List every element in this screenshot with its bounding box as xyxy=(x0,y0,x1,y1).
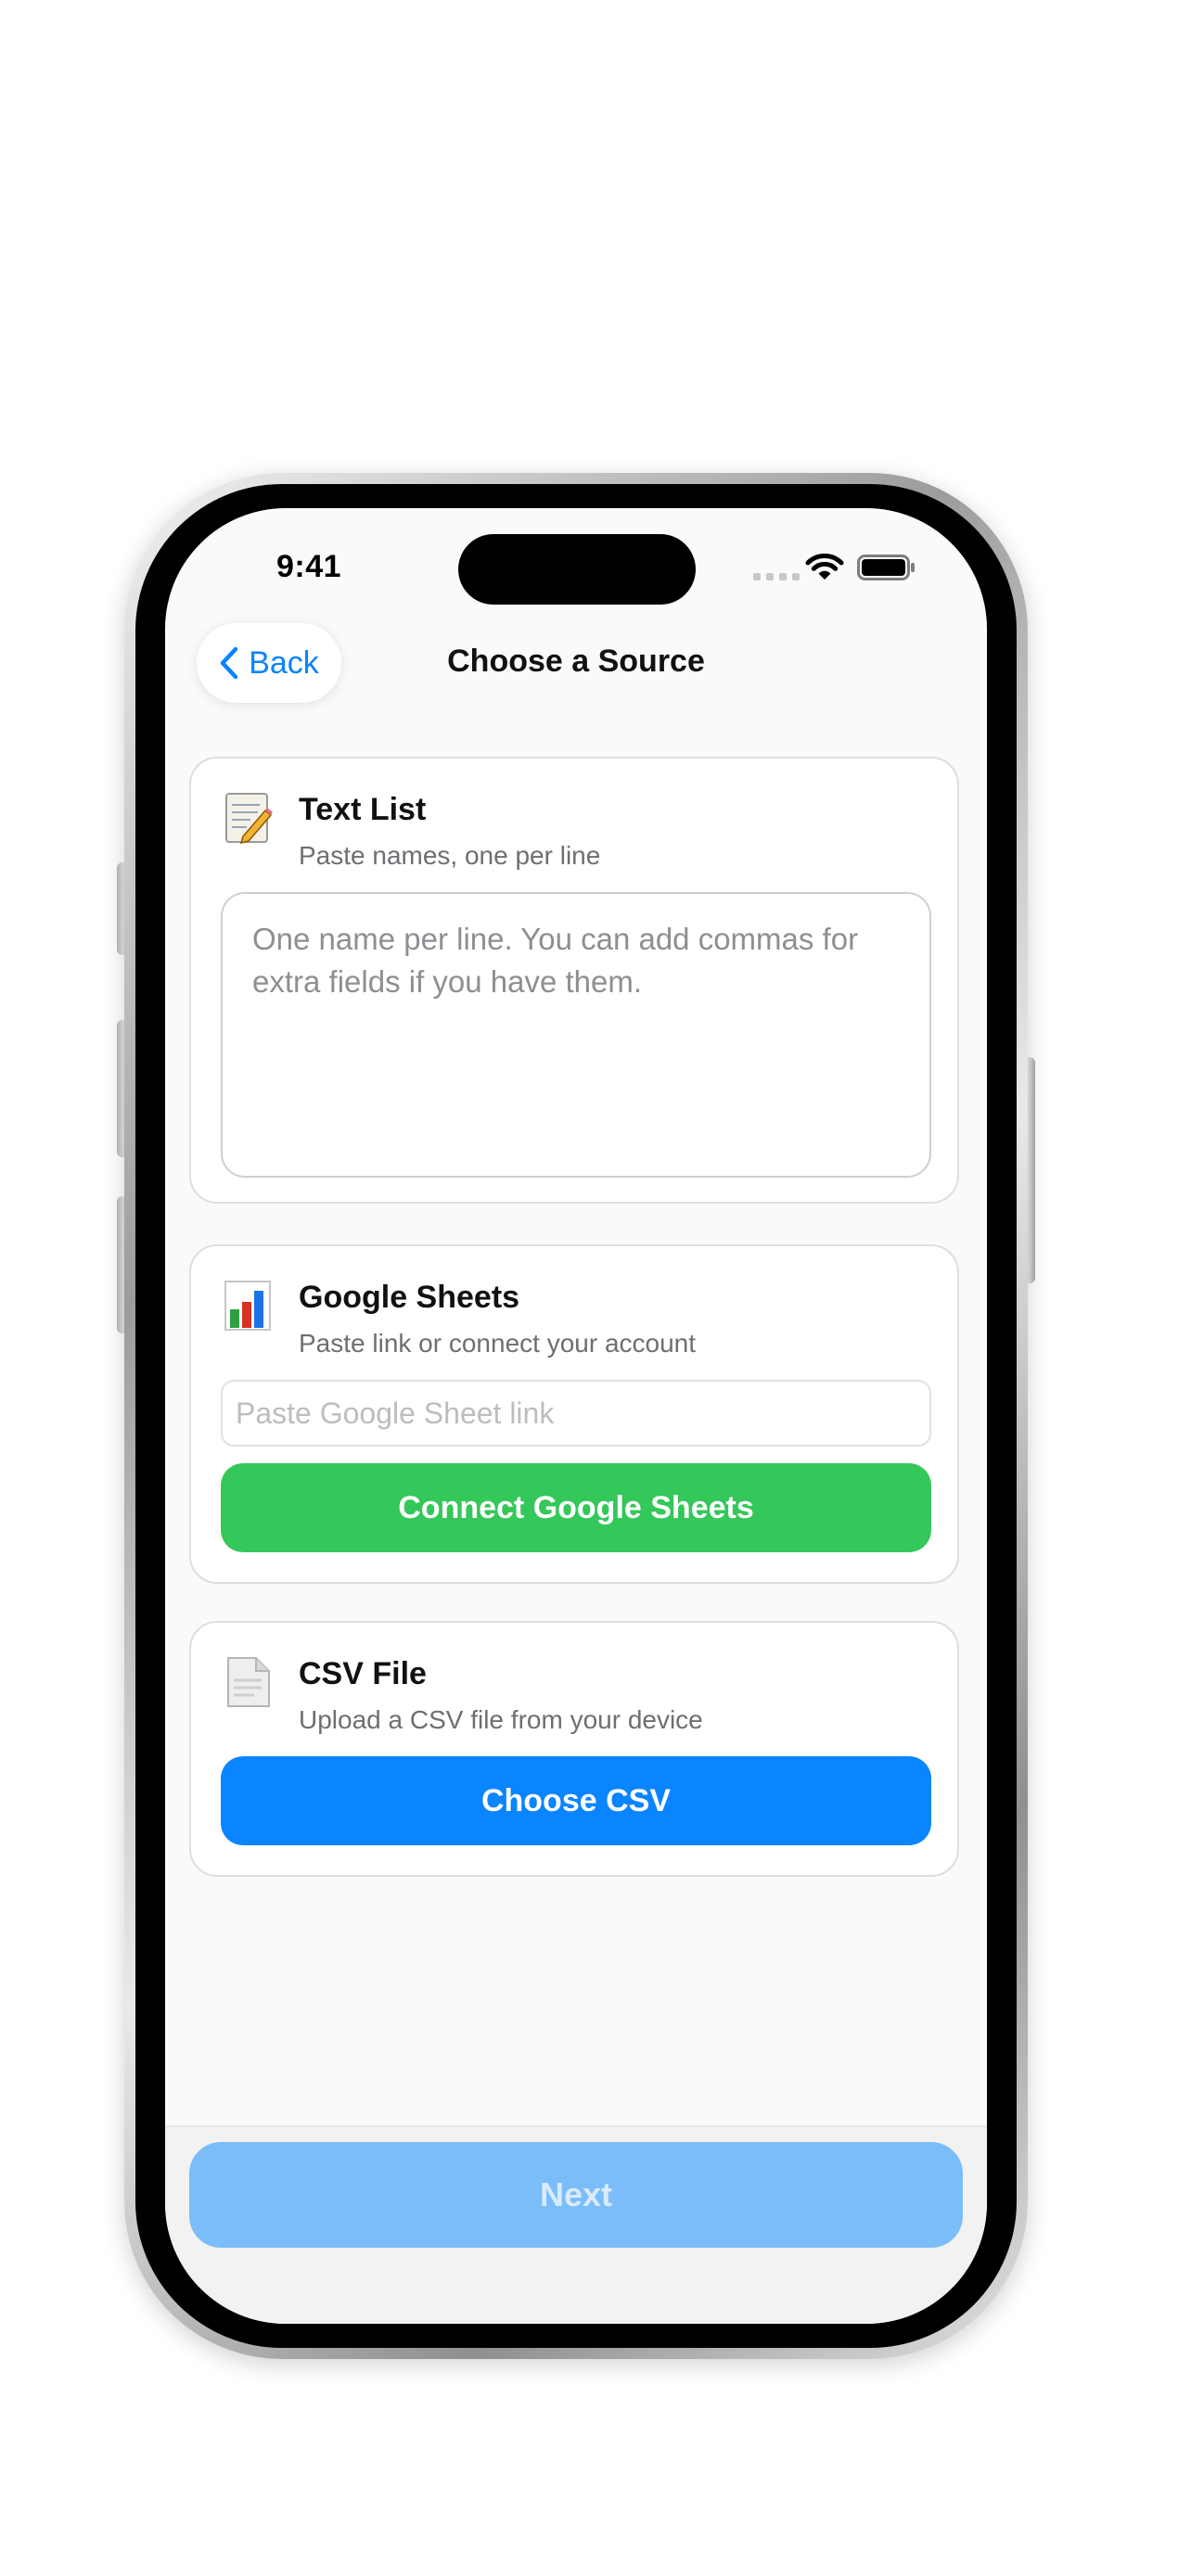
wifi-icon xyxy=(805,554,844,580)
csv-file-title: CSV File xyxy=(299,1656,427,1691)
choose-csv-button[interactable]: Choose CSV xyxy=(221,1756,931,1845)
google-sheets-title: Google Sheets xyxy=(299,1280,520,1315)
status-time: 9:41 xyxy=(276,549,342,584)
csv-file-card: CSV File Upload a CSV file from your dev… xyxy=(189,1621,959,1877)
bottom-action-bar: Next xyxy=(165,2125,987,2324)
cellular-signal-icon xyxy=(753,573,800,580)
names-textarea[interactable]: One name per line. You can add commas fo… xyxy=(221,892,931,1178)
phone-screen: 9:41 Back Choose a Source Text List Past… xyxy=(165,508,987,2324)
dynamic-island xyxy=(458,534,696,605)
page-title: Choose a Source xyxy=(447,644,705,679)
bar-chart-icon xyxy=(224,1281,271,1331)
document-icon xyxy=(227,1657,270,1707)
next-button[interactable]: Next xyxy=(189,2142,963,2248)
csv-file-subtitle: Upload a CSV file from your device xyxy=(299,1705,703,1734)
text-list-card: Text List Paste names, one per line One … xyxy=(189,757,959,1204)
google-sheets-subtitle: Paste link or connect your account xyxy=(299,1329,697,1358)
battery-icon xyxy=(857,555,915,580)
connect-google-sheets-button[interactable]: Connect Google Sheets xyxy=(221,1463,931,1552)
google-sheets-card: Google Sheets Paste link or connect your… xyxy=(189,1244,959,1584)
notepad-icon xyxy=(225,793,273,845)
text-list-title: Text List xyxy=(299,792,427,827)
sheet-link-input[interactable]: Paste Google Sheet link xyxy=(221,1380,931,1447)
text-list-subtitle: Paste names, one per line xyxy=(299,841,601,870)
